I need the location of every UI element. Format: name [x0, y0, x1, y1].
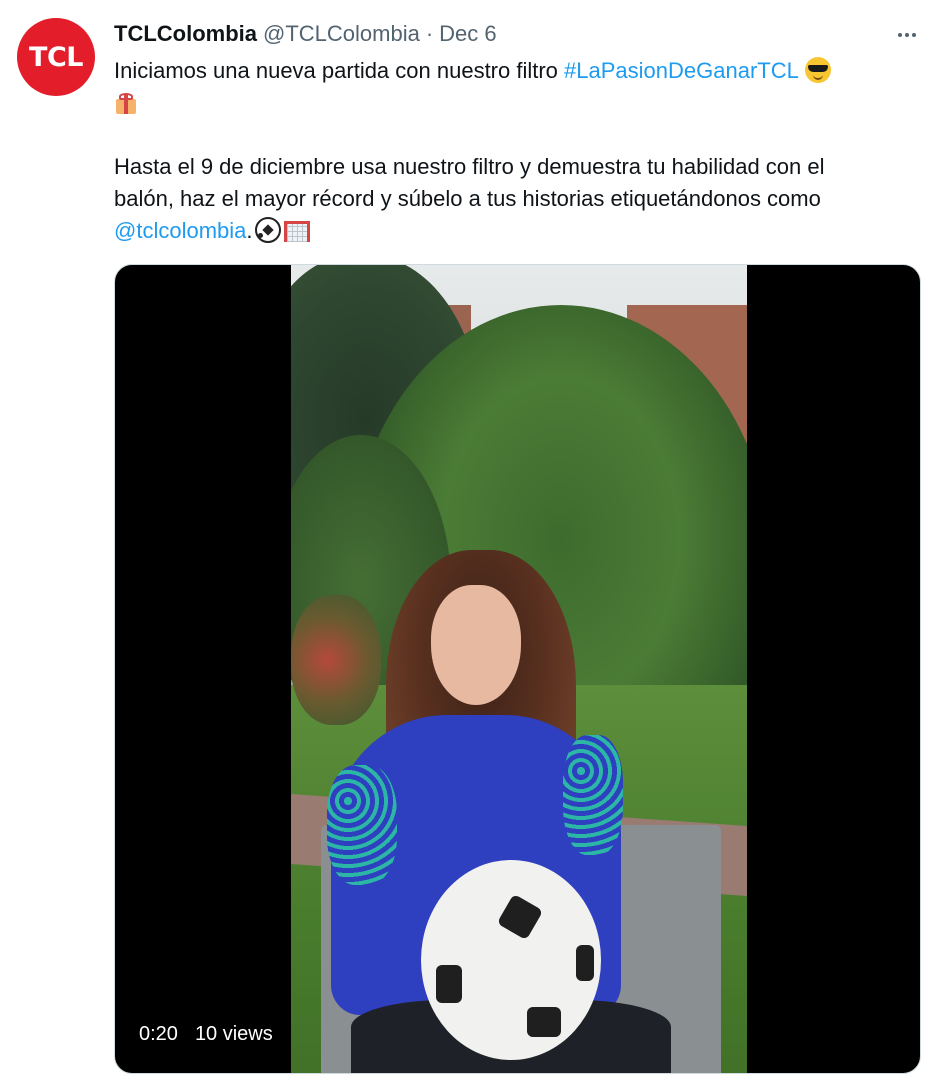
sunglasses-emoji-icon	[804, 57, 831, 83]
video-stats: 0:20 10 views	[139, 1023, 273, 1046]
dot-icon	[905, 33, 909, 37]
avatar-logo-text: TCL	[29, 41, 83, 73]
tweet-text-segment: .	[246, 218, 253, 243]
mention-link[interactable]: @tclcolombia	[114, 218, 246, 243]
video-duration: 0:20	[139, 1023, 178, 1045]
tweet-text: Iniciamos una nueva partida con nuestro …	[114, 55, 914, 247]
separator-dot: ·	[425, 21, 434, 46]
tweet-text-line	[114, 87, 914, 119]
tweet-text-line: Iniciamos una nueva partida con nuestro …	[114, 55, 914, 87]
goal-net-emoji-icon	[283, 219, 311, 243]
user-handle[interactable]: @TCLColombia	[263, 21, 420, 47]
tweet-text-segment: Iniciamos una nueva partida con nuestro …	[114, 58, 565, 83]
tweet[interactable]: TCL TCLColombia @TCLColombia · Dec 6 Ini…	[0, 0, 946, 1084]
hashtag-link[interactable]: #LaPasionDeGanarTCL	[564, 58, 799, 83]
dot-icon	[912, 33, 916, 37]
soccer-ball-emoji-icon	[254, 217, 281, 243]
tweet-text-line: Hasta el 9 de diciembre usa nuestro filt…	[114, 154, 825, 179]
tweet-text-line: balón, haz el mayor récord y súbelo a tu…	[114, 186, 821, 211]
video-thumbnail	[291, 265, 747, 1073]
tweet-text-line: @tclcolombia.	[114, 215, 914, 247]
tweet-header: TCLColombia @TCLColombia · Dec 6	[114, 20, 497, 48]
video-view-count: 10 views	[194, 1023, 273, 1045]
tweet-date[interactable]: Dec 6	[439, 21, 496, 47]
avatar[interactable]: TCL	[17, 18, 95, 96]
display-name[interactable]: TCLColombia	[114, 21, 257, 47]
video-player[interactable]: 0:20 10 views	[114, 264, 921, 1074]
dot-icon	[898, 33, 902, 37]
gift-emoji-icon	[114, 91, 138, 115]
more-options-icon[interactable]	[892, 22, 922, 48]
